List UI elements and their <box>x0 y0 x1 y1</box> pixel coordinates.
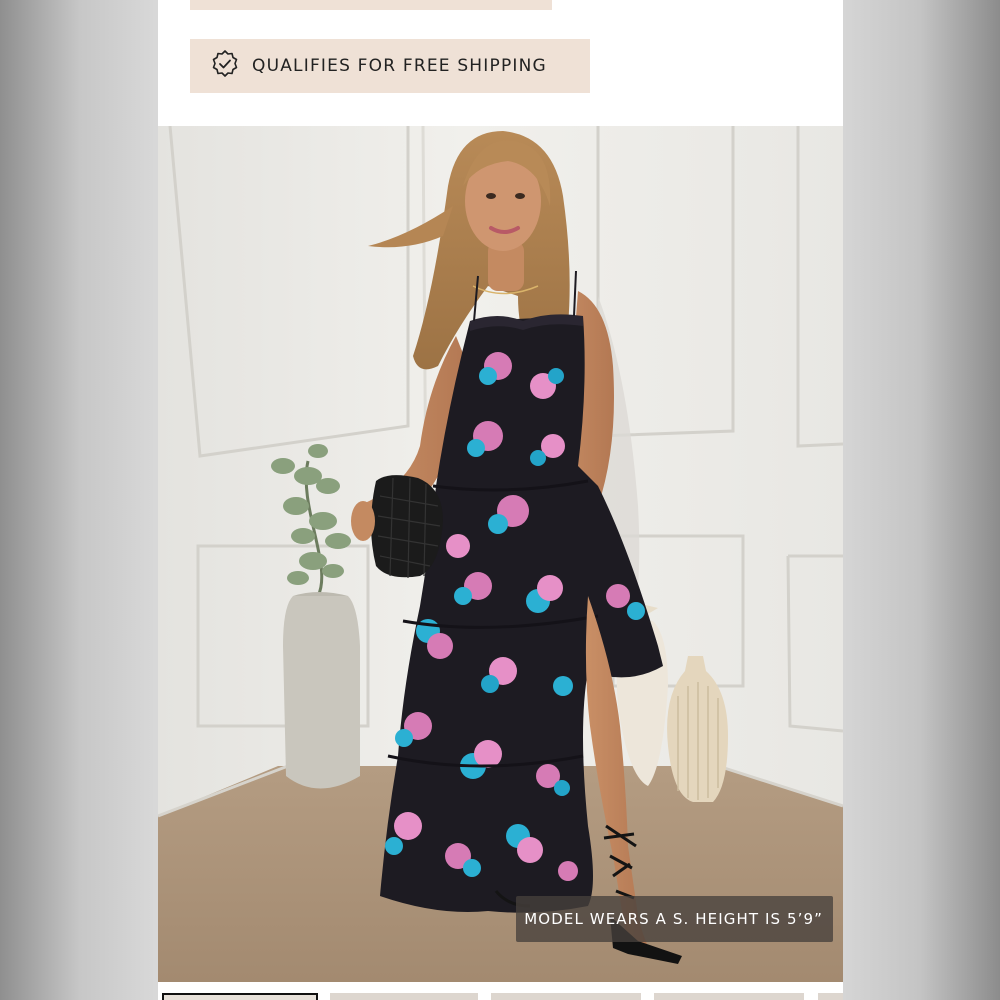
thumbnail-2[interactable] <box>330 993 478 1000</box>
thumbnail-strip <box>158 990 843 1000</box>
thumbnail-4[interactable] <box>654 993 804 1000</box>
free-shipping-badge: QUALIFIES FOR FREE SHIPPING <box>190 39 590 93</box>
product-photo[interactable]: MODEL WEARS A S. HEIGHT IS 5’9” <box>158 126 843 982</box>
product-page: QUALIFIES FOR FREE SHIPPING MODEL WEARS … <box>158 0 843 1000</box>
thumbnail-5[interactable] <box>818 993 843 1000</box>
free-shipping-label: QUALIFIES FOR FREE SHIPPING <box>252 56 547 76</box>
badge-check-icon <box>210 49 240 84</box>
promo-banner <box>190 0 552 10</box>
thumbnail-3[interactable] <box>491 993 641 1000</box>
thumbnail-1[interactable] <box>162 993 318 1000</box>
model-size-caption: MODEL WEARS A S. HEIGHT IS 5’9” <box>516 896 833 942</box>
